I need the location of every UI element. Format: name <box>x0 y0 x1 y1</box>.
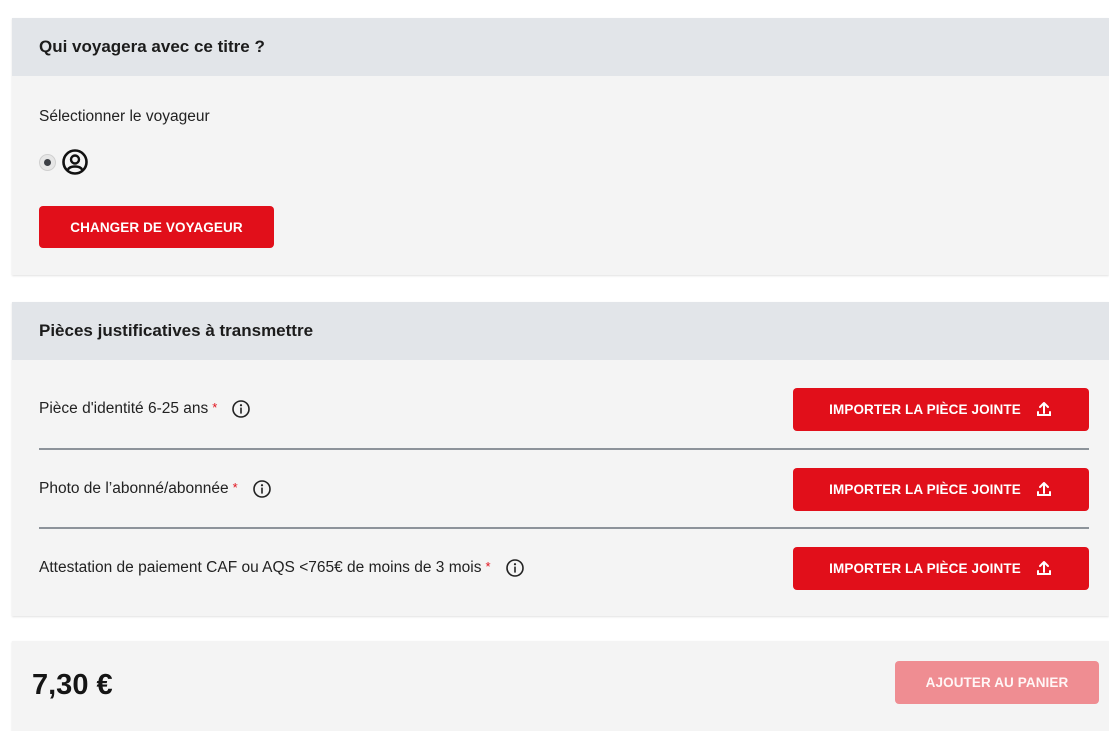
documents-section-title: Pièces justificatives à transmettre <box>12 302 1109 360</box>
radio-selected-dot <box>44 158 51 166</box>
row-divider <box>39 448 1089 450</box>
documents-card: Pièces justificatives à transmettre Pièc… <box>12 302 1109 616</box>
document-row: Photo de l’abonné/abonnée * IMPORTER LA … <box>39 466 1089 512</box>
row-divider <box>39 527 1089 529</box>
required-marker: * <box>232 479 238 495</box>
traveler-option[interactable] <box>39 148 89 176</box>
document-name: Photo de l’abonné/abonnée <box>39 480 229 497</box>
traveler-card: Qui voyagera avec ce titre ? Sélectionne… <box>12 18 1109 275</box>
upload-icon <box>1036 561 1051 575</box>
import-attachment-button[interactable]: IMPORTER LA PIÈCE JOINTE <box>793 467 1089 511</box>
document-name: Attestation de paiement CAF ou AQS <765€… <box>39 559 482 576</box>
info-circle-icon[interactable] <box>505 558 525 578</box>
change-traveler-button[interactable]: CHANGER DE VOYAGEUR <box>39 206 274 248</box>
info-circle-icon[interactable] <box>252 479 272 499</box>
info-circle-icon[interactable] <box>231 399 251 419</box>
user-circle-icon <box>62 149 88 175</box>
document-label: Pièce d'identité 6-25 ans * <box>39 399 251 419</box>
import-attachment-button[interactable]: IMPORTER LA PIÈCE JOINTE <box>793 387 1089 431</box>
traveler-radio[interactable] <box>39 153 56 171</box>
import-attachment-button[interactable]: IMPORTER LA PIÈCE JOINTE <box>793 546 1089 590</box>
required-marker: * <box>485 558 491 574</box>
document-label: Attestation de paiement CAF ou AQS <765€… <box>39 558 525 578</box>
document-row: Attestation de paiement CAF ou AQS <765€… <box>39 545 1089 591</box>
import-button-label: IMPORTER LA PIÈCE JOINTE <box>829 401 1021 417</box>
cart-footer: 7,30 € AJOUTER AU PANIER <box>12 641 1109 731</box>
traveler-section-title: Qui voyagera avec ce titre ? <box>12 18 1109 76</box>
document-label: Photo de l’abonné/abonnée * <box>39 479 272 499</box>
required-marker: * <box>212 399 218 415</box>
add-to-cart-button[interactable]: AJOUTER AU PANIER <box>895 661 1099 704</box>
select-traveler-label: Sélectionner le voyageur <box>39 108 210 125</box>
document-name: Pièce d'identité 6-25 ans <box>39 400 209 417</box>
upload-icon <box>1036 402 1051 416</box>
import-button-label: IMPORTER LA PIÈCE JOINTE <box>829 560 1021 576</box>
document-row: Pièce d'identité 6-25 ans * IMPORTER LA … <box>39 386 1089 432</box>
price-total: 7,30 € <box>32 669 113 701</box>
import-button-label: IMPORTER LA PIÈCE JOINTE <box>829 481 1021 497</box>
upload-icon <box>1036 482 1051 496</box>
